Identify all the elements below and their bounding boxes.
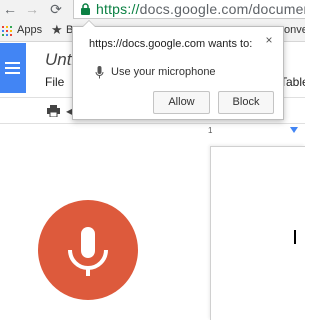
permission-title: https://docs.google.com wants to: bbox=[89, 38, 253, 50]
apps-bookmark[interactable]: Apps bbox=[17, 24, 42, 36]
apps-grid-icon[interactable] bbox=[2, 26, 12, 36]
back-arrow-icon[interactable]: ← bbox=[2, 1, 18, 18]
docs-logo-icon[interactable] bbox=[0, 43, 26, 93]
reload-icon[interactable]: ⟳ bbox=[48, 1, 64, 18]
document-page[interactable] bbox=[210, 146, 305, 320]
block-button[interactable]: Block bbox=[218, 91, 274, 114]
print-icon[interactable] bbox=[47, 105, 60, 117]
permission-label: Use your microphone bbox=[111, 66, 216, 78]
url-text: https://docs.google.com/document bbox=[96, 0, 305, 18]
microphone-icon bbox=[68, 227, 108, 276]
forward-arrow-icon[interactable]: → bbox=[24, 1, 40, 18]
ruler-number: 1 bbox=[208, 126, 213, 135]
url-host-path: docs.google.com/document bbox=[139, 1, 305, 17]
bookmark-star-icon: ★ bbox=[51, 22, 63, 37]
voice-typing-mic-button[interactable] bbox=[38, 200, 138, 300]
close-icon[interactable]: × bbox=[263, 33, 275, 47]
ruler: 1 bbox=[208, 126, 305, 138]
microphone-icon bbox=[95, 66, 104, 79]
permission-dialog: https://docs.google.com wants to: × Use … bbox=[72, 20, 284, 120]
url-scheme: https:// bbox=[96, 1, 140, 17]
allow-button[interactable]: Allow bbox=[153, 91, 210, 114]
menu-file[interactable]: File bbox=[45, 75, 64, 89]
indent-marker[interactable] bbox=[290, 127, 298, 133]
text-cursor bbox=[294, 230, 296, 244]
popup-arrow-inner bbox=[83, 21, 95, 27]
lock-icon bbox=[81, 3, 90, 15]
address-bar[interactable]: https://docs.google.com/document bbox=[73, 0, 305, 19]
screen: ← → ⟳ https://docs.google.com/document A… bbox=[0, 0, 305, 320]
browser-toolbar: ← → ⟳ https://docs.google.com/document bbox=[0, 0, 305, 20]
bookmark-item-right-partial[interactable]: onver bbox=[284, 24, 305, 36]
